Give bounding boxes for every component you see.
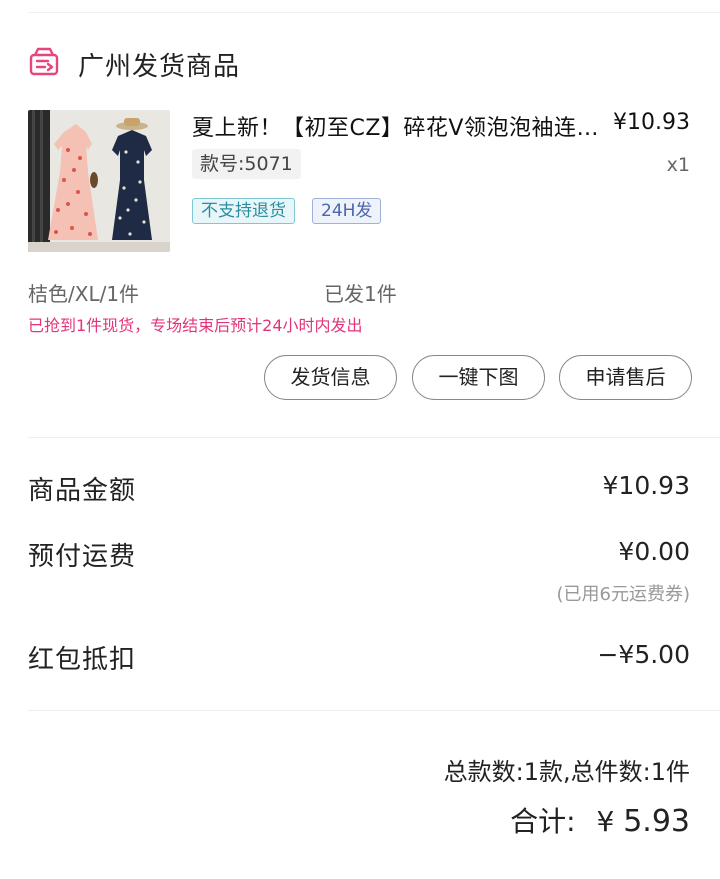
after-sales-button[interactable]: 申请售后 xyxy=(559,355,692,400)
product-quantity: x1 xyxy=(666,154,690,176)
section-divider xyxy=(28,437,720,438)
shipping-box-icon xyxy=(28,46,60,82)
goods-amount-label: 商品金额 xyxy=(28,476,137,506)
total-label: 合计: xyxy=(510,805,576,838)
redpacket-value: −¥5.00 xyxy=(597,640,690,669)
redpacket-label: 红包抵扣 xyxy=(28,645,137,675)
shipping-info-button[interactable]: 发货信息 xyxy=(264,355,397,400)
stock-notice: 已抢到1件现货，专场结束后预计24小时内发出 xyxy=(28,316,363,335)
section-header: 广州发货商品 xyxy=(28,44,240,84)
download-images-button[interactable]: 一键下图 xyxy=(412,355,545,400)
product-thumbnail[interactable] xyxy=(28,110,170,252)
freight-value: ¥0.00 xyxy=(618,537,690,566)
freight-coupon-note: (已用6元运费券) xyxy=(556,584,691,605)
summary-divider xyxy=(28,710,720,711)
total-currency: ¥ xyxy=(596,805,615,838)
total-amount: 5.93 xyxy=(623,804,690,839)
top-divider xyxy=(28,12,720,13)
product-spec: 桔色/XL/1件 xyxy=(28,282,140,306)
item-count-summary: 总款数:1款,总件数:1件 xyxy=(443,758,690,786)
freight-label: 预付运费 xyxy=(28,542,137,572)
goods-amount-value: ¥10.93 xyxy=(602,471,690,500)
product-title[interactable]: 夏上新！【初至CZ】碎花V领泡泡袖连衣裙 xyxy=(192,110,600,142)
section-title: 广州发货商品 xyxy=(78,51,241,82)
product-price: ¥10.93 xyxy=(613,110,690,135)
order-total: 合计: ¥ 5.93 xyxy=(510,800,690,840)
shipped-count: 已发1件 xyxy=(324,282,397,306)
tag-24h-ship: 24H发 xyxy=(312,198,382,224)
tag-no-return: 不支持退货 xyxy=(192,198,295,224)
product-sku: 款号:5071 xyxy=(192,149,301,179)
